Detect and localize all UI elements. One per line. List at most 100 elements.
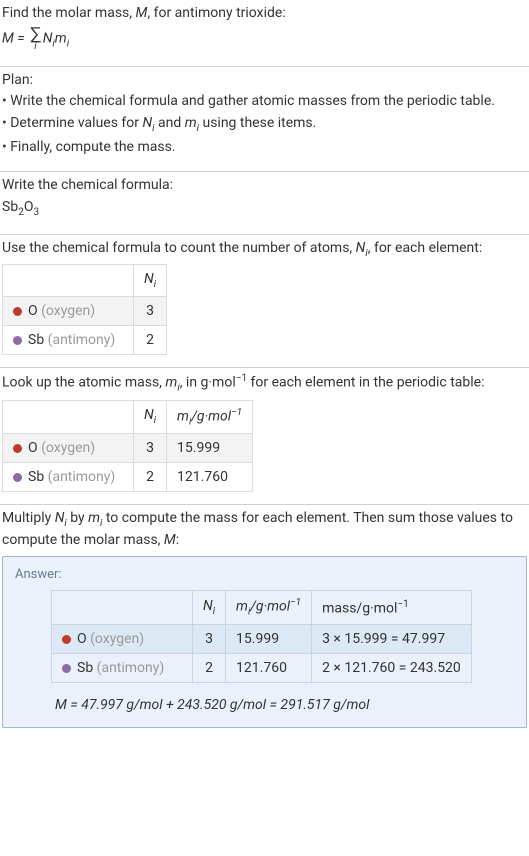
answer-label: Answer: xyxy=(15,567,514,582)
text: Use the chemical formula to count the nu… xyxy=(2,240,356,256)
sup-neg1: −1 xyxy=(290,597,301,608)
mass-table: Ni mi/g·mol−1 O (oxygen) 3 15.999 Sb (an… xyxy=(2,400,253,492)
var-m: m xyxy=(88,510,100,526)
text: m xyxy=(236,599,248,615)
table-row: O (oxygen) 3 xyxy=(3,297,167,326)
elem-name: (oxygen) xyxy=(41,303,95,319)
sub-i: i xyxy=(213,606,215,617)
text: mass/g·mol xyxy=(322,601,397,617)
col-Ni: Ni xyxy=(193,591,226,624)
col-element xyxy=(3,400,134,433)
table-row: O (oxygen) 3 15.999 3 × 15.999 = 47.997 xyxy=(52,624,472,653)
col-mi: mi/g·mol−1 xyxy=(167,400,253,433)
cell-element: Sb (antimony) xyxy=(52,653,193,682)
cell-n: 2 xyxy=(134,326,167,355)
cell-element: O (oxygen) xyxy=(52,624,193,653)
text: N xyxy=(203,598,213,614)
table-row: Sb (antimony) 2 121.760 2 × 121.760 = 24… xyxy=(52,653,472,682)
elem-name: (antimony) xyxy=(48,469,116,485)
lhs: M = xyxy=(2,30,28,46)
table-row: Sb (antimony) 2 121.760 xyxy=(3,463,253,492)
col-mi: mi/g·mol−1 xyxy=(226,591,312,624)
col-Ni: Ni xyxy=(134,400,167,433)
elem-symbol: O xyxy=(77,631,90,647)
text: N xyxy=(144,407,154,423)
table-header-row: Ni xyxy=(3,265,167,297)
count-heading: Use the chemical formula to count the nu… xyxy=(2,239,527,261)
text: , for each element: xyxy=(368,240,483,256)
var-m: m xyxy=(185,115,197,131)
mass-heading: Look up the atomic mass, mi, in g·mol−1 … xyxy=(2,372,527,395)
elem-symbol: O xyxy=(28,440,41,456)
var-m: m xyxy=(55,30,67,46)
sup-neg1: −1 xyxy=(231,407,242,418)
sub-3: 3 xyxy=(33,207,39,218)
var-N: N xyxy=(142,115,152,131)
count-section: Use the chemical formula to count the nu… xyxy=(0,235,529,369)
cell-element: Sb (antimony) xyxy=(3,326,134,355)
sub-i: i xyxy=(154,415,156,426)
count-table: Ni O (oxygen) 3 Sb (antimony) 2 xyxy=(2,264,167,355)
elem-symbol: O xyxy=(28,303,41,319)
element-dot-icon xyxy=(13,307,22,316)
var-M: M xyxy=(164,532,176,548)
text: Find the molar mass, xyxy=(2,5,136,21)
elem-o: O xyxy=(24,199,34,215)
table-row: Sb (antimony) 2 xyxy=(3,326,167,355)
var-M: M xyxy=(136,5,148,21)
cell-n: 3 xyxy=(134,297,167,326)
col-mass: mass/g·mol−1 xyxy=(312,591,472,624)
answer-table: Ni mi/g·mol−1 mass/g·mol−1 O (oxygen) 3 … xyxy=(51,590,472,682)
cell-m: 15.999 xyxy=(226,624,312,653)
multiply-section: Multiply Ni by mi to compute the mass fo… xyxy=(0,505,529,740)
table-header-row: Ni mi/g·mol−1 xyxy=(3,400,253,433)
text: Look up the atomic mass, xyxy=(2,375,165,391)
table-row: O (oxygen) 3 15.999 xyxy=(3,434,253,463)
plan-bullet-3: • Finally, compute the mass. xyxy=(2,138,527,158)
formula-section: Write the chemical formula: Sb2O3 xyxy=(0,172,529,234)
col-Ni: Ni xyxy=(134,265,167,297)
sup-neg1: −1 xyxy=(397,599,408,610)
cell-mass: 3 × 15.999 = 47.997 xyxy=(312,624,472,653)
text: , for antimony trioxide: xyxy=(147,5,285,21)
cell-element: O (oxygen) xyxy=(3,297,134,326)
intro-formula: M = ∑iNimi xyxy=(2,26,527,52)
text: using these items. xyxy=(199,115,316,131)
plan-heading: Plan: xyxy=(2,71,527,91)
sup-neg1: −1 xyxy=(236,373,247,384)
elem-name: (antimony) xyxy=(97,660,165,676)
text: /g·mol xyxy=(191,408,231,424)
elem-symbol: Sb xyxy=(28,332,48,348)
mass-section: Look up the atomic mass, mi, in g·mol−1 … xyxy=(0,368,529,505)
text: and xyxy=(155,115,185,131)
var-M: M xyxy=(55,697,67,713)
chemical-formula: Sb2O3 xyxy=(2,198,527,220)
sum-symbol: ∑i xyxy=(30,26,41,52)
plan-bullet-2: • Determine values for Ni and mi using t… xyxy=(2,114,527,136)
sub-i: i xyxy=(67,38,69,49)
answer-final: M = 47.997 g/mol + 243.520 g/mol = 291.5… xyxy=(51,697,514,713)
text: : xyxy=(176,532,179,548)
element-dot-icon xyxy=(13,473,22,482)
col-element xyxy=(52,591,193,624)
text: N xyxy=(144,271,154,287)
cell-m: 121.760 xyxy=(226,653,312,682)
cell-m: 121.760 xyxy=(167,463,253,492)
var-N: N xyxy=(55,510,65,526)
cell-n: 2 xyxy=(193,653,226,682)
cell-element: Sb (antimony) xyxy=(3,463,134,492)
elem-sb: Sb xyxy=(2,199,18,215)
plan-bullet-1: • Write the chemical formula and gather … xyxy=(2,92,527,112)
text: for each element in the periodic table: xyxy=(247,375,484,391)
table-header-row: Ni mi/g·mol−1 mass/g·mol−1 xyxy=(52,591,472,624)
text: Multiply xyxy=(2,510,55,526)
text: /g·mol xyxy=(250,599,290,615)
var-N: N xyxy=(43,30,53,46)
sub-i: i xyxy=(154,279,156,290)
col-element xyxy=(3,265,134,297)
var-N: N xyxy=(356,240,366,256)
multiply-heading: Multiply Ni by mi to compute the mass fo… xyxy=(2,509,527,550)
intro-line: Find the molar mass, M, for antimony tri… xyxy=(2,4,527,24)
elem-symbol: Sb xyxy=(77,660,97,676)
element-dot-icon xyxy=(13,444,22,453)
